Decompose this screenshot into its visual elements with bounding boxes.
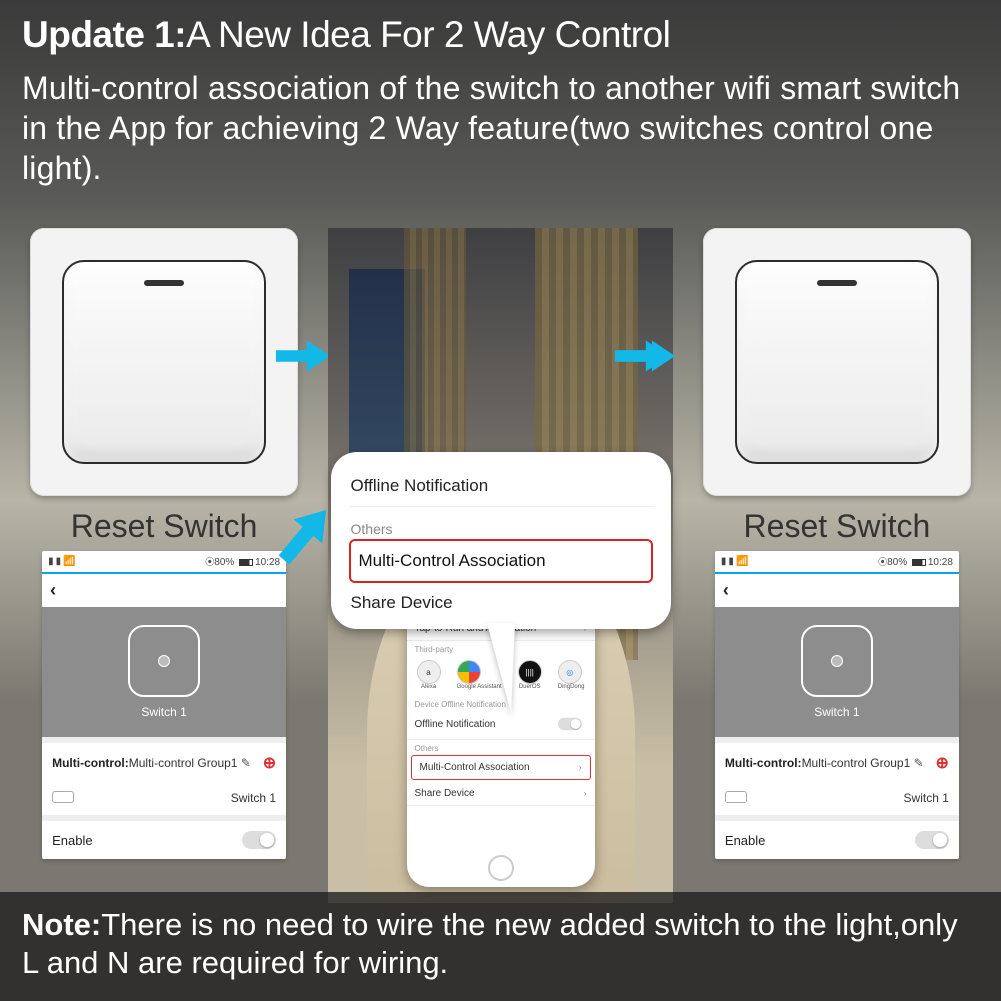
switch-item-label: Switch 1	[231, 791, 276, 805]
back-button[interactable]: ‹	[715, 574, 959, 607]
callout-tail	[487, 623, 515, 713]
multicontrol-row[interactable]: Multi-control:Multi-control Group1 ✎ ⊕	[42, 737, 286, 783]
left-column: Reset Switch ▮ ▮ 📶 ⦿80% 10:28 ‹ Switch 1	[0, 228, 328, 903]
page-subtitle: Multi-control association of the switch …	[0, 64, 1001, 196]
others-label: Others	[407, 740, 595, 753]
device-preview: Switch 1	[42, 607, 286, 737]
enable-row: Enable	[42, 815, 286, 859]
edit-icon[interactable]: ✎	[914, 756, 924, 770]
dingdong-icon[interactable]: ◎	[558, 660, 582, 684]
note-prefix: Note:	[22, 907, 101, 942]
switch-item-row[interactable]: Switch 1	[715, 783, 959, 815]
back-button[interactable]: ‹	[42, 574, 286, 607]
multicontrol-row[interactable]: Multi-control:Multi-control Group1 ✎ ⊕	[715, 737, 959, 783]
signal-icon: ▮	[56, 556, 62, 567]
device-preview: Switch 1	[715, 607, 959, 737]
plus-icon[interactable]: ⊕	[936, 753, 949, 773]
plus-icon[interactable]: ⊕	[263, 753, 276, 773]
right-column: Reset Switch ▮ ▮ 📶 ⦿80% 10:28 ‹ Switch 1	[673, 228, 1001, 903]
switch-item-row[interactable]: Switch 1	[42, 783, 286, 815]
phone-mock-left: ▮ ▮ 📶 ⦿80% 10:28 ‹ Switch 1 Multi-contro…	[42, 551, 286, 859]
callout-mca[interactable]: Multi-Control Association	[349, 539, 653, 583]
mc-label: Multi-control:	[52, 756, 129, 770]
title-rest: A New Idea For 2 Way Control	[186, 14, 670, 55]
callout-others-label: Others	[349, 507, 653, 539]
status-bar: ▮ ▮ 📶 ⦿80% 10:28	[715, 551, 959, 574]
signal-icon: ▮	[728, 556, 734, 567]
offline-row[interactable]: Offline Notification	[407, 709, 595, 740]
enable-row: Enable	[715, 815, 959, 859]
callout-share: Share Device	[349, 583, 653, 613]
mini-switch-icon	[52, 791, 74, 803]
phone-mock-right: ▮ ▮ 📶 ⦿80% 10:28 ‹ Switch 1 Multi-contro…	[715, 551, 959, 859]
battery-time: ⦿80% 10:28	[205, 555, 280, 568]
rocker-button[interactable]	[62, 260, 266, 464]
sim-icon: ▮	[48, 556, 54, 567]
edit-icon[interactable]: ✎	[241, 756, 251, 770]
toggle-icon[interactable]	[558, 718, 582, 731]
center-column: Tap-to-Run and Automation› Third-party a…	[328, 228, 673, 903]
toggle-icon[interactable]	[242, 831, 276, 849]
rocker-button[interactable]	[735, 260, 939, 464]
mca-row[interactable]: Multi-Control Association›	[411, 755, 591, 780]
wifi-icon: 📶	[736, 556, 748, 567]
alexa-icon[interactable]: a	[417, 660, 441, 684]
physical-switch-left	[30, 228, 298, 496]
toggle-icon[interactable]	[915, 831, 949, 849]
switch-label-left: Reset Switch	[71, 508, 258, 545]
callout-offline: Offline Notification	[349, 466, 653, 507]
home-button-icon[interactable]	[488, 855, 514, 881]
mc-value: Multi-control Group1	[129, 756, 238, 770]
battery-time: ⦿80% 10:28	[878, 555, 953, 568]
device-name-label: Switch 1	[141, 705, 186, 719]
note-body: There is no need to wire the new added s…	[22, 907, 958, 981]
signal-icons: ▮ ▮ 📶	[48, 556, 75, 567]
main-columns: Reset Switch ▮ ▮ 📶 ⦿80% 10:28 ‹ Switch 1	[0, 228, 1001, 903]
sim-icon: ▮	[721, 556, 727, 567]
device-power-button[interactable]	[801, 625, 873, 697]
enable-label: Enable	[52, 833, 92, 848]
title-prefix: Update 1:	[22, 14, 186, 55]
physical-switch-right	[703, 228, 971, 496]
dueros-icon[interactable]: ||||	[518, 660, 542, 684]
callout-bubble: Offline Notification Others Multi-Contro…	[331, 452, 671, 629]
arrow-right-icon	[274, 336, 332, 376]
page-title: Update 1:A New Idea For 2 Way Control	[0, 0, 1001, 64]
device-name-label: Switch 1	[814, 705, 859, 719]
device-power-button[interactable]	[128, 625, 200, 697]
note-band: Note:There is no need to wire the new ad…	[0, 892, 1001, 1001]
signal-icons: ▮ ▮ 📶	[721, 556, 748, 567]
google-assistant-icon[interactable]	[457, 660, 481, 684]
arrow-right-icon	[613, 336, 671, 376]
wifi-icon: 📶	[63, 556, 75, 567]
share-row[interactable]: Share Device›	[407, 782, 595, 806]
status-bar: ▮ ▮ 📶 ⦿80% 10:28	[42, 551, 286, 574]
mini-switch-icon	[725, 791, 747, 803]
switch-label-right: Reset Switch	[744, 508, 931, 545]
